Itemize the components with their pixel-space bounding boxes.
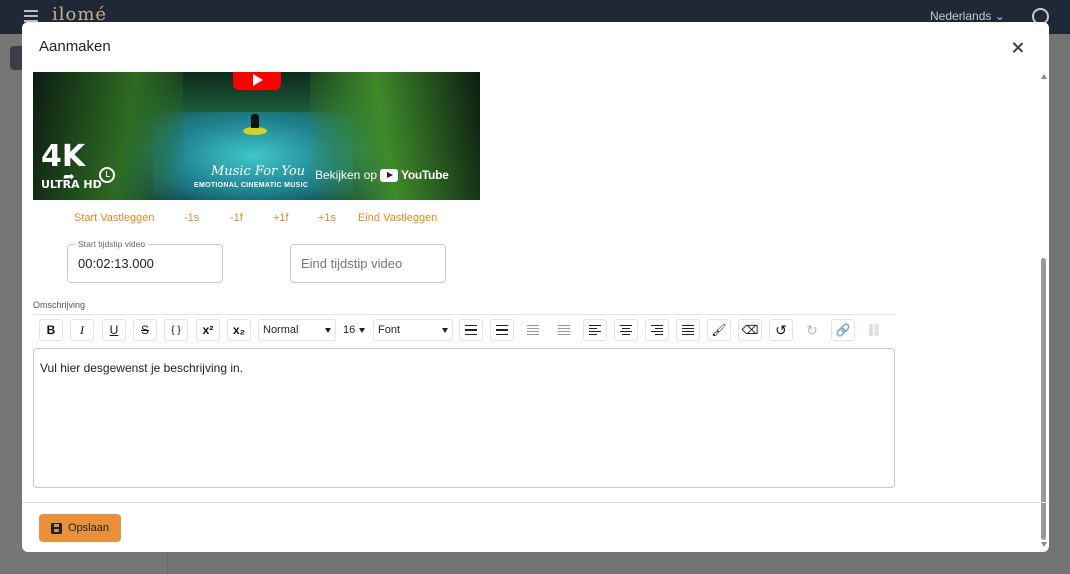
italic-button[interactable]: I	[70, 319, 94, 341]
font-size-value: 16	[343, 324, 356, 336]
hamburger-menu-icon[interactable]	[24, 10, 38, 22]
watch-later-icon[interactable]	[99, 167, 115, 183]
modal-footer: Opslaan	[22, 502, 1049, 552]
play-button-icon[interactable]	[233, 72, 281, 90]
share-icon[interactable]: ➦	[63, 168, 79, 184]
video-kayak	[243, 127, 267, 135]
font-size-select[interactable]: 16	[340, 319, 368, 341]
modal-body: 4K ULTRA HD ➦ Music For You EMOTIONAL CI…	[22, 72, 1038, 502]
link-icon[interactable]: 🔗	[831, 319, 855, 341]
align-center-icon[interactable]	[614, 319, 638, 341]
watch-on-youtube-link[interactable]: Bekijken op YouTube	[315, 168, 449, 182]
strikethrough-button[interactable]: S	[133, 319, 157, 341]
youtube-wordmark: YouTube	[401, 168, 449, 182]
bold-button[interactable]: B	[39, 319, 63, 341]
description-editor[interactable]: Vul hier desgewenst je beschrijving in.	[33, 348, 895, 488]
end-capture-button[interactable]: Eind Vastleggen	[358, 212, 437, 224]
floppy-disk-icon	[51, 522, 62, 534]
subscript-button[interactable]: x₂	[227, 319, 251, 341]
align-left-icon[interactable]	[583, 319, 607, 341]
video-music-subtitle: EMOTIONAL CINEMATIC MUSIC	[194, 182, 309, 189]
start-time-field: Start tijdstip video	[67, 239, 223, 283]
chevron-down-icon	[359, 327, 366, 333]
minus-1s-button[interactable]: -1s	[184, 212, 199, 224]
unlink-icon: ⛓	[862, 319, 886, 341]
youtube-logo-icon	[380, 168, 399, 182]
eraser-icon[interactable]: ⌫	[738, 319, 762, 341]
plus-1s-button[interactable]: +1s	[318, 212, 336, 224]
start-time-input[interactable]	[68, 245, 222, 282]
align-right-icon[interactable]	[645, 319, 669, 341]
code-button[interactable]: { }	[164, 319, 188, 341]
save-button[interactable]: Opslaan	[39, 514, 121, 542]
plus-1f-button[interactable]: +1f	[273, 212, 289, 224]
end-time-field	[290, 244, 446, 283]
numbered-list-icon[interactable]	[490, 319, 514, 341]
chevron-down-icon	[325, 327, 331, 333]
undo-icon[interactable]: ↺	[769, 319, 793, 341]
start-time-label: Start tijdstip video	[75, 239, 149, 249]
close-icon[interactable]	[1008, 38, 1028, 58]
scroll-up-icon[interactable]	[1041, 74, 1047, 79]
modal-scrollbar[interactable]	[1038, 72, 1049, 547]
paragraph-style-value: Normal	[263, 324, 299, 336]
modal-title: Aanmaken	[39, 38, 111, 55]
superscript-button[interactable]: x²	[196, 319, 220, 341]
description-label: Omschrijving	[33, 300, 86, 310]
underline-button[interactable]: U	[102, 319, 126, 341]
watch-on-label: Bekijken op	[315, 168, 378, 182]
brush-icon[interactable]: 🖌	[707, 319, 731, 341]
indent-icon[interactable]	[552, 319, 576, 341]
outdent-icon[interactable]	[521, 319, 545, 341]
scrollbar-thumb[interactable]	[1041, 258, 1046, 540]
video-music-title: Music For You	[211, 164, 306, 179]
chevron-down-icon	[442, 327, 448, 333]
start-capture-button[interactable]: Start Vastleggen	[74, 212, 155, 224]
language-selector[interactable]: Nederlands ⌄	[930, 9, 1005, 23]
modal-header: Aanmaken	[22, 22, 1049, 72]
rich-text-toolbar: B I U S { } x² x₂ Normal 16 Font 🖌 ⌫ ↺ ↻…	[33, 314, 895, 344]
redo-icon: ↻	[800, 319, 824, 341]
end-time-input[interactable]	[291, 245, 445, 282]
paragraph-style-select[interactable]: Normal	[258, 319, 336, 341]
font-family-value: Font	[378, 324, 401, 336]
bullet-list-icon[interactable]	[459, 319, 483, 341]
minus-1f-button[interactable]: -1f	[230, 212, 243, 224]
create-modal: Aanmaken 4K ULTRA HD ➦ Music For You EMO…	[22, 22, 1049, 552]
save-button-label: Opslaan	[68, 522, 109, 534]
font-family-select[interactable]: Font	[373, 319, 453, 341]
youtube-video-player[interactable]: 4K ULTRA HD ➦ Music For You EMOTIONAL CI…	[33, 72, 480, 200]
align-justify-icon[interactable]	[676, 319, 700, 341]
video-paddler	[251, 114, 259, 128]
